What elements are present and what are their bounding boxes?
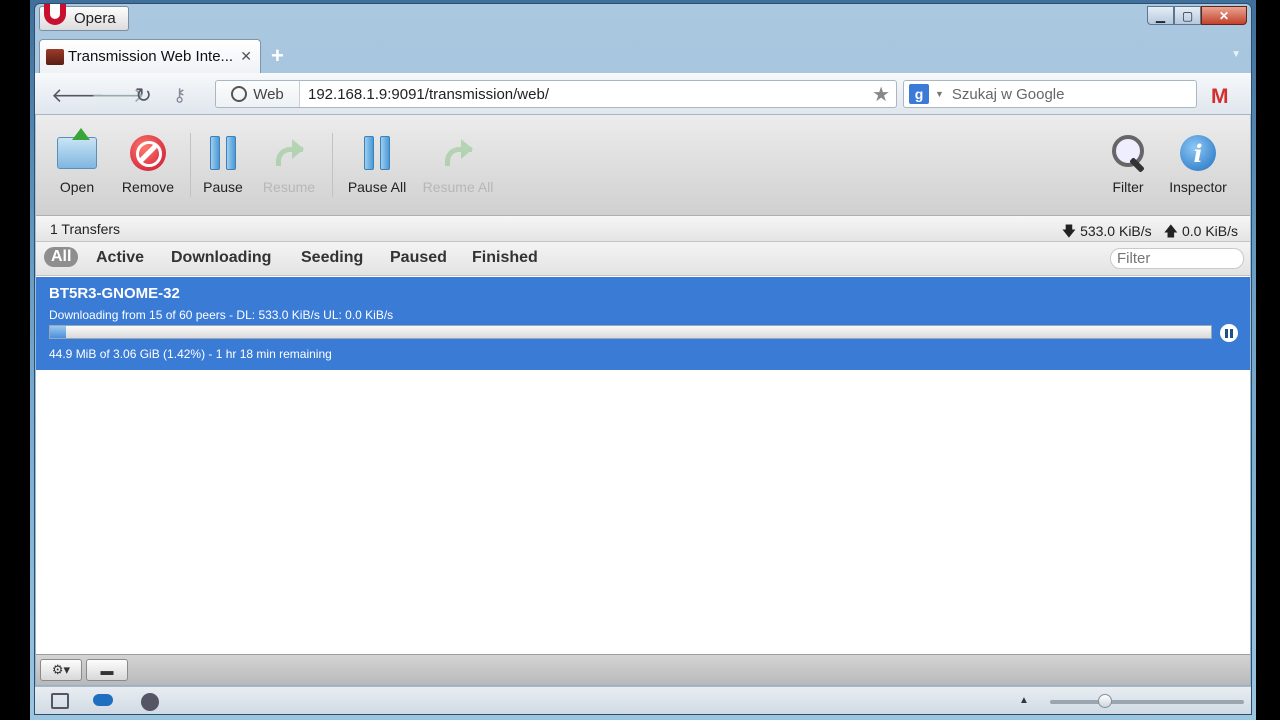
filter-tab-downloading[interactable]: Downloading — [171, 249, 271, 267]
torrent-progress-fill — [50, 326, 67, 338]
tab-bar: Transmission Web Inte... ✕ + ▼ — [35, 37, 1251, 73]
gear-icon: ⚙▾ — [51, 662, 71, 677]
resume-all-icon — [443, 139, 473, 167]
open-label: Open — [59, 179, 95, 195]
maximize-button[interactable]: ▢ — [1174, 6, 1201, 25]
remove-label: Remove — [121, 179, 175, 195]
opera-status-bar: ▲ — [35, 686, 1251, 714]
remove-button[interactable]: Remove — [118, 133, 178, 195]
address-toolbar: 🡐 🡒 ↻ ⚷ Web 192.168.1.9:9091/transmissio… — [35, 73, 1251, 115]
filter-tab-finished[interactable]: Finished — [472, 249, 538, 267]
minimize-button[interactable]: ▁ — [1147, 6, 1174, 25]
title-bar: Opera ▁ ▢ ✕ — [35, 4, 1251, 34]
open-button[interactable]: Open — [52, 128, 102, 195]
desktop: Opera ▁ ▢ ✕ Transmission Web Inte... ✕ +… — [30, 0, 1256, 720]
transmission-favicon-icon — [46, 48, 64, 65]
gmail-icon[interactable]: M — [1211, 85, 1229, 109]
resume-all-label: Resume All — [422, 179, 494, 195]
tab-title: Transmission Web Inte... — [68, 48, 234, 65]
panel-toggle-icon[interactable] — [51, 693, 69, 709]
status-bar: 1 Transfers 🡇 533.0 KiB/s 🡅 0.0 KiB/s — [36, 216, 1250, 242]
transmission-footer: ⚙▾ ▬ — [36, 654, 1250, 685]
turtle-icon: ▬ — [100, 662, 114, 678]
resume-label: Resume — [262, 179, 316, 195]
download-speed-value: 533.0 KiB/s — [1080, 223, 1152, 239]
torrent-name: BT5R3-GNOME-32 — [49, 285, 180, 302]
google-icon[interactable]: g — [909, 84, 929, 104]
filter-input[interactable] — [1110, 248, 1244, 269]
resume-button[interactable]: Resume — [262, 133, 316, 195]
filter-tab-active[interactable]: Active — [96, 249, 144, 267]
search-field[interactable]: g ▼ Szukaj w Google — [903, 80, 1197, 108]
pause-all-label: Pause All — [347, 179, 407, 195]
globe-icon — [231, 86, 248, 102]
inspector-button[interactable]: i Inspector — [1164, 133, 1232, 195]
transfer-count: 1 Transfers — [50, 221, 121, 237]
filter-bar: All Active Downloading Seeding Paused Fi… — [36, 242, 1250, 276]
pause-label: Pause — [203, 179, 243, 195]
web-badge-label: Web — [253, 85, 284, 103]
bookmark-star-icon[interactable]: ★ — [872, 82, 896, 107]
url-text[interactable]: 192.168.1.9:9091/transmission/web/ — [300, 86, 872, 103]
opera-unite-cloud-icon[interactable] — [93, 694, 113, 706]
filter-button[interactable]: Filter — [1106, 133, 1150, 195]
pause-icon — [210, 136, 236, 170]
resume-icon — [274, 139, 304, 167]
upload-arrow-icon: 🡅 — [1163, 223, 1182, 239]
info-icon: i — [1180, 135, 1216, 171]
toolbar-separator — [332, 133, 333, 197]
pause-all-button[interactable]: Pause All — [342, 133, 412, 195]
tab-menu-chevron-icon[interactable]: ▼ — [1231, 49, 1241, 60]
window-controls: ▁ ▢ ✕ — [1147, 6, 1247, 25]
tab-transmission[interactable]: Transmission Web Inte... ✕ — [39, 39, 261, 73]
torrent-pause-button[interactable] — [1220, 324, 1238, 342]
transmission-toolbar: Open Remove Pause Resume Pause All Resum… — [36, 115, 1250, 216]
download-arrow-icon: 🡇 — [1061, 223, 1081, 239]
zoom-slider-knob[interactable] — [1098, 694, 1112, 708]
pause-button[interactable]: Pause — [198, 133, 248, 195]
turtle-mode-button[interactable]: ▬ — [86, 659, 128, 681]
settings-menu-button[interactable]: ⚙▾ — [40, 659, 82, 681]
filter-tab-seeding[interactable]: Seeding — [301, 249, 363, 267]
open-folder-icon — [57, 128, 97, 169]
resume-all-button[interactable]: Resume All — [420, 133, 496, 195]
magnifier-icon — [1110, 133, 1146, 173]
filter-label: Filter — [1112, 179, 1144, 195]
turbo-speedometer-icon[interactable] — [141, 693, 159, 711]
web-badge[interactable]: Web — [216, 81, 300, 107]
view-up-arrow-icon[interactable]: ▲ — [1019, 695, 1037, 711]
key-icon[interactable]: ⚷ — [173, 85, 186, 106]
torrent-peers: Downloading from 15 of 60 peers - DL: 53… — [49, 308, 394, 322]
pause-all-icon — [364, 136, 390, 170]
reload-icon[interactable]: ↻ — [135, 83, 152, 108]
opera-logo-icon — [44, 4, 68, 31]
tab-close-icon[interactable]: ✕ — [240, 48, 252, 65]
remove-icon — [130, 135, 166, 171]
torrent-progress-text: 44.9 MiB of 3.06 GiB (1.42%) - 1 hr 18 m… — [49, 347, 332, 361]
inspector-label: Inspector — [1169, 179, 1227, 195]
new-tab-button[interactable]: + — [271, 43, 284, 69]
opera-window: Opera ▁ ▢ ✕ Transmission Web Inte... ✕ +… — [34, 3, 1252, 715]
url-field[interactable]: Web 192.168.1.9:9091/transmission/web/ ★ — [215, 80, 897, 108]
zoom-slider[interactable] — [1050, 694, 1244, 708]
filter-tab-paused[interactable]: Paused — [390, 249, 447, 267]
filter-tab-all[interactable]: All — [44, 247, 79, 267]
torrent-progress-bar — [49, 325, 1212, 339]
search-placeholder: Szukaj w Google — [951, 85, 1065, 103]
toolbar-separator — [190, 133, 191, 197]
search-engine-dropdown-icon[interactable]: ▼ — [935, 89, 944, 99]
opera-menu-label: Opera — [74, 10, 116, 27]
opera-menu-button[interactable]: Opera — [39, 4, 129, 31]
upload-speed-value: 0.0 KiB/s — [1181, 223, 1238, 239]
close-window-button[interactable]: ✕ — [1201, 6, 1247, 25]
torrent-row[interactable]: BT5R3-GNOME-32 Downloading from 15 of 60… — [36, 277, 1250, 370]
transmission-page: Open Remove Pause Resume Pause All Resum… — [36, 115, 1250, 685]
